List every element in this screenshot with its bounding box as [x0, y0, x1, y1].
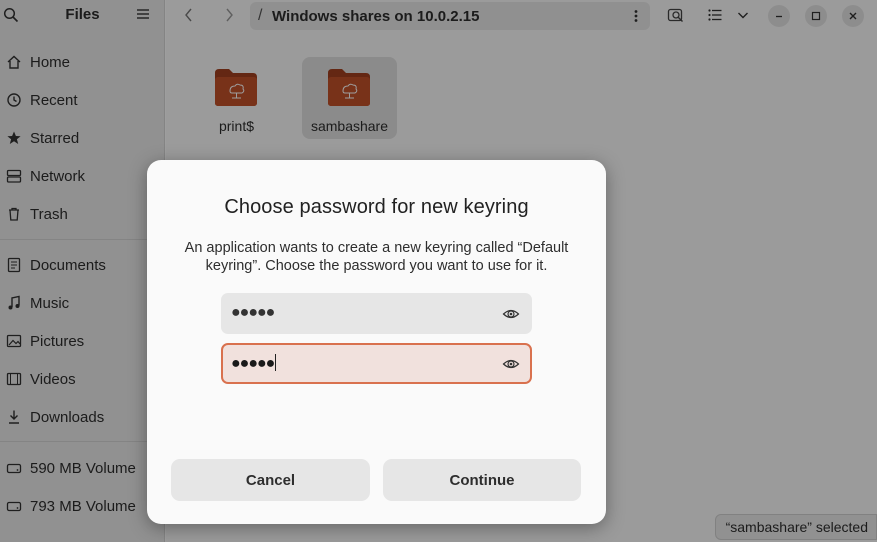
confirm-password-dots: ●●●●●: [231, 355, 275, 372]
password-field[interactable]: ●●●●●: [221, 293, 532, 334]
text-caret: [275, 354, 277, 371]
dialog-message: An application wants to create a new key…: [184, 240, 569, 274]
confirm-password-field[interactable]: ●●●●●: [221, 343, 532, 384]
cancel-button[interactable]: Cancel: [171, 459, 370, 501]
show-password-icon[interactable]: [502, 355, 520, 373]
show-password-icon[interactable]: [502, 305, 520, 323]
keyring-password-dialog: Choose password for new keyring An appli…: [147, 160, 606, 524]
confirm-password-value: ●●●●●: [231, 354, 277, 373]
password-value: ●●●●●: [231, 304, 275, 321]
dialog-title: Choose password for new keyring: [224, 196, 529, 218]
continue-button[interactable]: Continue: [383, 459, 581, 501]
